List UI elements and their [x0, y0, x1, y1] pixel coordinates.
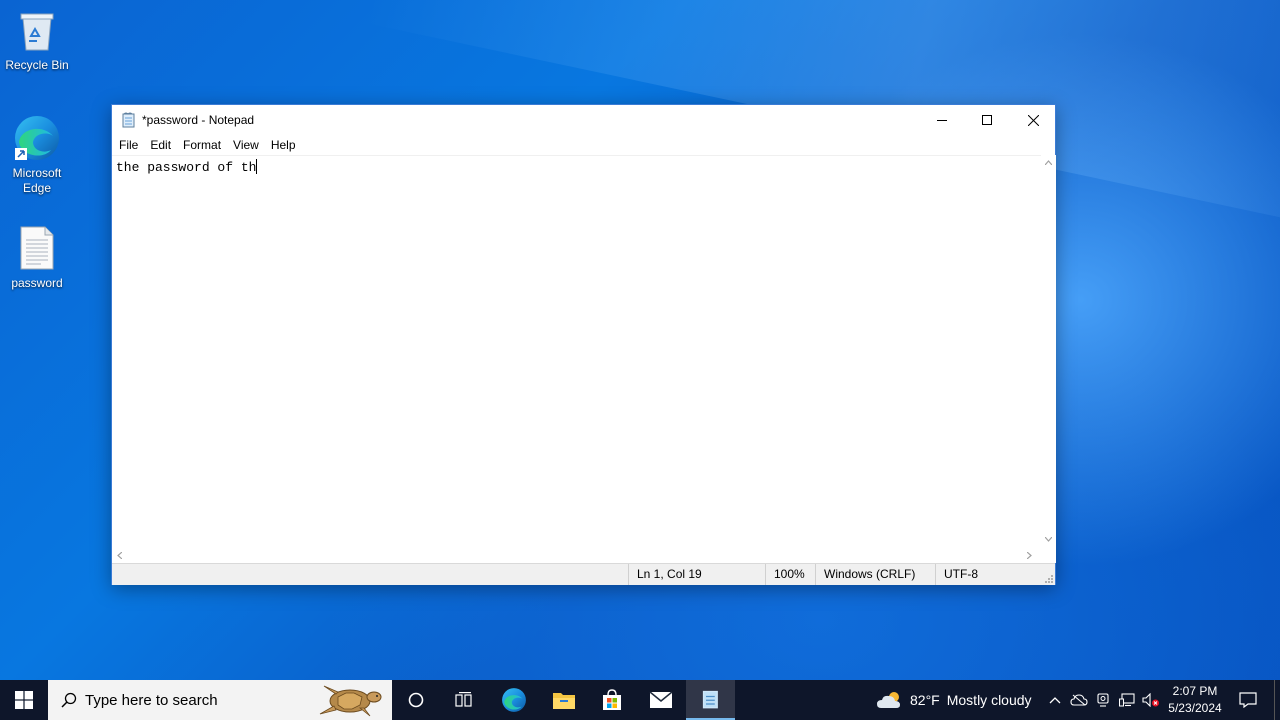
desktop-icon-label: Microsoft Edge	[12, 166, 62, 195]
taskbar-search-box[interactable]: Type here to search	[48, 680, 392, 720]
notification-icon	[1239, 692, 1257, 708]
volume-muted-icon	[1142, 693, 1159, 707]
store-icon	[603, 689, 621, 710]
taskbar-notepad-button[interactable]	[686, 680, 735, 720]
status-zoom: 100%	[765, 564, 815, 585]
editor-content: the password of th	[116, 160, 257, 175]
menu-help[interactable]: Help	[265, 135, 302, 155]
status-encoding: UTF-8	[935, 564, 1055, 585]
action-center-button[interactable]	[1236, 680, 1260, 720]
webcam-icon	[1097, 693, 1109, 707]
scroll-corner	[1041, 548, 1056, 563]
start-button[interactable]	[0, 680, 48, 720]
status-cursor-position: Ln 1, Col 19	[628, 564, 765, 585]
network-button[interactable]	[1118, 680, 1136, 720]
resize-grip-icon[interactable]	[1044, 574, 1053, 583]
menu-view[interactable]: View	[227, 135, 265, 155]
maximize-button[interactable]	[964, 105, 1010, 135]
window-title: *password - Notepad	[142, 113, 255, 127]
menu-format[interactable]: Format	[177, 135, 227, 155]
minimize-icon	[937, 120, 947, 121]
clock-date: 5/23/2024	[1168, 701, 1222, 715]
taskbar-edge-button[interactable]	[490, 680, 538, 720]
taskbar-clock[interactable]: 2:07 PM 5/23/2024	[1164, 683, 1226, 717]
partly-cloudy-icon	[877, 692, 900, 708]
notepad-icon	[702, 690, 718, 709]
folder-icon	[553, 693, 575, 709]
text-file-icon	[13, 224, 61, 272]
text-editor[interactable]: the password of th	[112, 155, 1041, 548]
clock-time: 2:07 PM	[1172, 684, 1218, 698]
meet-now-button[interactable]	[1095, 680, 1111, 720]
weather-condition: Mostly cloudy	[946, 692, 1032, 708]
scroll-down-icon[interactable]	[1045, 537, 1052, 542]
search-placeholder: Type here to search	[85, 691, 218, 709]
menu-file[interactable]: File	[113, 135, 144, 155]
desktop-icon-password[interactable]: password	[0, 224, 74, 291]
taskbar-file-explorer-button[interactable]	[540, 680, 588, 720]
vertical-scrollbar[interactable]	[1041, 155, 1056, 548]
search-icon	[61, 692, 77, 708]
close-icon	[1027, 114, 1039, 126]
maximize-icon	[982, 115, 992, 125]
scroll-left-icon[interactable]	[117, 552, 122, 559]
scroll-up-icon[interactable]	[1045, 160, 1052, 165]
recycle-bin-icon	[13, 6, 61, 54]
task-view-icon	[455, 692, 472, 707]
cortana-button[interactable]	[392, 680, 440, 720]
show-hidden-icons-button[interactable]	[1047, 680, 1063, 720]
cortana-icon	[408, 692, 424, 708]
desktop-icon-label: Recycle Bin	[5, 58, 69, 72]
weather-temperature: 82°F	[910, 692, 940, 708]
taskbar-store-button[interactable]	[588, 680, 636, 720]
volume-button[interactable]	[1142, 680, 1160, 720]
desktop-icon-microsoft-edge[interactable]: Microsoft Edge	[0, 114, 74, 196]
horizontal-scrollbar[interactable]	[112, 548, 1041, 563]
mail-icon	[649, 691, 673, 708]
notepad-icon	[121, 112, 137, 128]
network-icon	[1119, 693, 1135, 707]
sea-turtle-icon	[319, 685, 382, 717]
status-line-ending: Windows (CRLF)	[815, 564, 935, 585]
notepad-window[interactable]: *password - Notepad File Edit Format Vie…	[111, 104, 1056, 585]
title-bar[interactable]: *password - Notepad	[112, 105, 1055, 135]
task-view-button[interactable]	[440, 680, 488, 720]
desktop: Recycle Bin Microsoft Edge password *pas…	[0, 0, 1280, 680]
minimize-button[interactable]	[919, 105, 965, 135]
desktop-icon-label: password	[11, 276, 63, 290]
taskbar: Type here to search 82°F Mostly cloudy 2…	[0, 680, 1280, 720]
scroll-right-icon[interactable]	[1027, 552, 1032, 559]
close-button[interactable]	[1010, 105, 1056, 135]
desktop-icon-recycle-bin[interactable]: Recycle Bin	[0, 6, 74, 73]
chevron-up-icon	[1049, 697, 1061, 704]
edge-icon	[502, 688, 526, 712]
taskbar-mail-button[interactable]	[637, 680, 685, 720]
show-desktop-button[interactable]	[1274, 680, 1280, 720]
menu-bar: File Edit Format View Help	[112, 135, 1055, 155]
weather-widget[interactable]: 82°F Mostly cloudy	[876, 680, 1032, 720]
menu-edit[interactable]: Edit	[144, 135, 177, 155]
cloud-offline-icon	[1070, 694, 1088, 706]
windows-logo-icon	[15, 691, 33, 709]
status-bar: Ln 1, Col 19 100% Windows (CRLF) UTF-8	[112, 563, 1055, 585]
onedrive-button[interactable]	[1070, 680, 1088, 720]
text-caret	[256, 159, 258, 174]
edge-icon	[13, 114, 61, 162]
